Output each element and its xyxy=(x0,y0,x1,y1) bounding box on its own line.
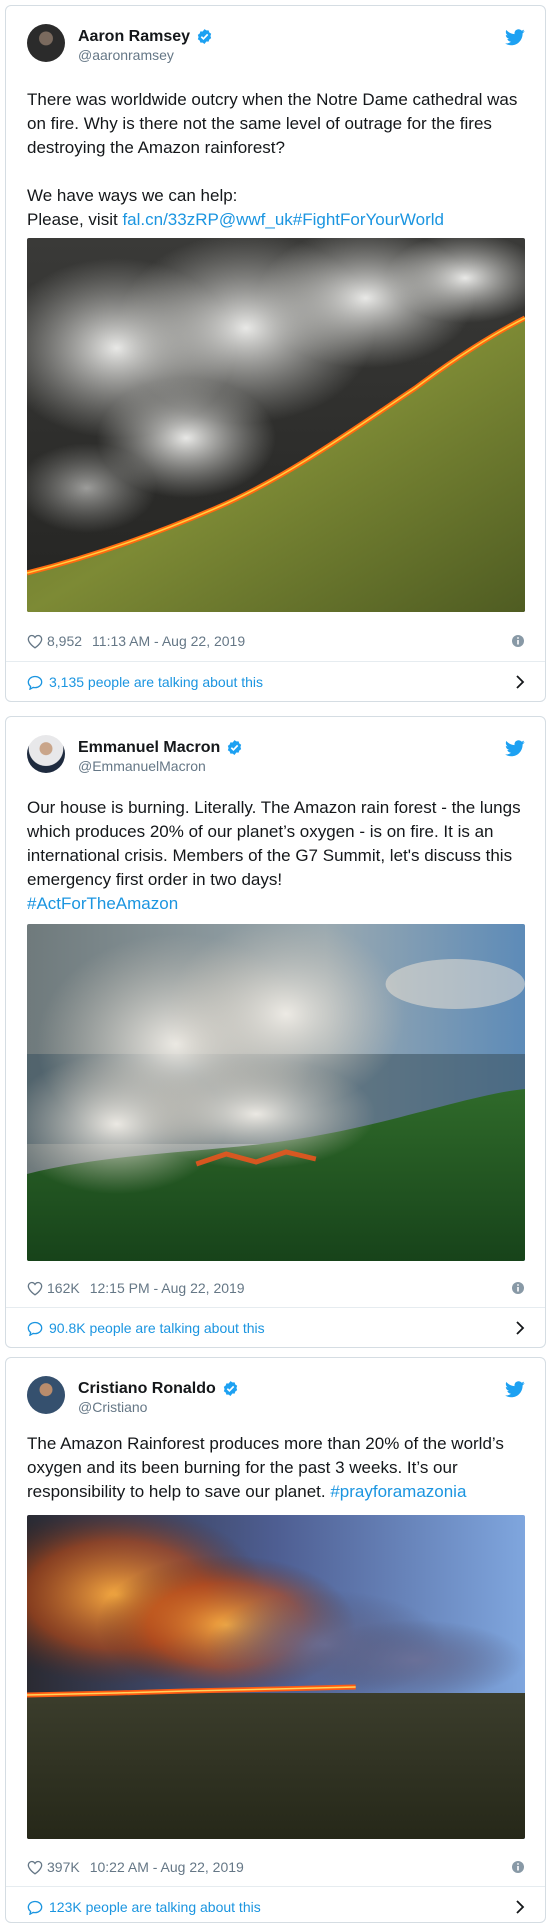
short-url-link[interactable]: fal.cn/33zRP xyxy=(122,210,218,229)
like-button[interactable]: 8,952 xyxy=(27,633,82,649)
tweet-photo-amazon-fire-aerial[interactable] xyxy=(27,238,525,612)
tweet-text: Our house is burning. Literally. The Ama… xyxy=(27,796,525,916)
author-link[interactable]: Cristiano Ronaldo xyxy=(78,1379,239,1398)
talking-count: 90.8K people are talking about this xyxy=(49,1320,265,1336)
heart-icon xyxy=(27,1281,43,1296)
tweet-header: Aaron Ramsey @aaronramsey xyxy=(27,24,525,68)
links-prefix: Please, visit xyxy=(27,210,123,229)
user-handle[interactable]: @aaronramsey xyxy=(78,46,213,64)
tweet-header: Emmanuel Macron @EmmanuelMacron xyxy=(27,735,525,779)
conversation-link[interactable]: 123K people are talking about this xyxy=(27,1897,525,1917)
conversation-link[interactable]: 3,135 people are talking about this xyxy=(27,672,525,692)
verified-badge-icon xyxy=(197,29,212,44)
timestamp[interactable]: 11:13 AM - Aug 22, 2019 xyxy=(92,633,245,649)
like-count: 162K xyxy=(47,1280,80,1296)
display-name: Cristiano Ronaldo xyxy=(78,1380,216,1397)
verified-badge-icon xyxy=(223,1381,237,1396)
tweet-paragraph: There was worldwide outcry when the Notr… xyxy=(27,90,518,157)
tweet-card-aaron-ramsey[interactable]: Aaron Ramsey @aaronramsey There was worl… xyxy=(5,5,546,702)
like-button[interactable]: 162K xyxy=(27,1280,80,1296)
verified-badge-icon xyxy=(228,740,242,755)
speech-bubble-icon xyxy=(27,1321,43,1336)
user-handle[interactable]: @Cristiano xyxy=(78,1398,239,1416)
chevron-right-icon xyxy=(516,1321,525,1335)
like-count: 397K xyxy=(47,1859,80,1875)
chevron-right-icon xyxy=(516,1900,525,1914)
hashtag-link[interactable]: #prayforamazonia xyxy=(330,1482,466,1501)
tweet-card-emmanuel-macron[interactable]: Emmanuel Macron @EmmanuelMacron Our hous… xyxy=(5,716,546,1348)
author-names: Emmanuel Macron @EmmanuelMacron xyxy=(78,738,243,775)
avatar[interactable] xyxy=(27,1376,65,1414)
like-button[interactable]: 397K xyxy=(27,1859,80,1875)
twitter-bird-icon[interactable] xyxy=(505,740,525,757)
divider xyxy=(6,1886,545,1887)
info-icon[interactable] xyxy=(511,634,525,648)
heart-icon xyxy=(27,1860,43,1875)
divider xyxy=(6,661,545,662)
tweet-paragraph-help: We have ways we can help: xyxy=(27,186,238,205)
hashtag-link[interactable]: #FightForYourWorld xyxy=(293,210,444,229)
tweet-links-line: Please, visit fal.cn/33zRP@wwf_uk#FightF… xyxy=(27,208,525,232)
tweet-meta: 8,952 11:13 AM - Aug 22, 2019 xyxy=(27,632,525,650)
avatar[interactable] xyxy=(27,24,65,62)
tweet-text: There was worldwide outcry when the Notr… xyxy=(27,88,525,232)
timestamp[interactable]: 12:15 PM - Aug 22, 2019 xyxy=(90,1280,245,1296)
display-name: Aaron Ramsey xyxy=(78,28,191,45)
divider xyxy=(6,1307,545,1308)
tweet-text: The Amazon Rainforest produces more than… xyxy=(27,1432,525,1504)
author-names: Cristiano Ronaldo @Cristiano xyxy=(78,1379,239,1416)
tweet-paragraph: Our house is burning. Literally. The Ama… xyxy=(27,798,521,889)
user-handle[interactable]: @EmmanuelMacron xyxy=(78,757,243,775)
tweet-card-cristiano-ronaldo[interactable]: Cristiano Ronaldo @Cristiano The Amazon … xyxy=(5,1357,546,1923)
tweet-photo-amazon-wildfire-line[interactable] xyxy=(27,1515,525,1839)
twitter-bird-icon[interactable] xyxy=(505,29,525,46)
twitter-bird-icon[interactable] xyxy=(505,1381,525,1398)
tweet-photo-amazon-fire-smoke[interactable] xyxy=(27,924,525,1261)
author-names: Aaron Ramsey @aaronramsey xyxy=(78,27,213,64)
talking-count: 123K people are talking about this xyxy=(49,1899,261,1915)
heart-icon xyxy=(27,634,43,649)
info-icon[interactable] xyxy=(511,1860,525,1874)
avatar[interactable] xyxy=(27,735,65,773)
timestamp[interactable]: 10:22 AM - Aug 22, 2019 xyxy=(90,1859,244,1875)
info-icon[interactable] xyxy=(511,1281,525,1295)
tweet-header: Cristiano Ronaldo @Cristiano xyxy=(27,1376,525,1420)
tweet-meta: 397K 10:22 AM - Aug 22, 2019 xyxy=(27,1858,525,1876)
mention-link[interactable]: @wwf_uk xyxy=(219,210,293,229)
chevron-right-icon xyxy=(516,675,525,689)
like-count: 8,952 xyxy=(47,633,83,649)
speech-bubble-icon xyxy=(27,1900,43,1915)
talking-count: 3,135 people are talking about this xyxy=(49,674,264,690)
tweet-meta: 162K 12:15 PM - Aug 22, 2019 xyxy=(27,1279,525,1297)
hashtag-link[interactable]: #ActForTheAmazon xyxy=(27,894,178,913)
author-link[interactable]: Aaron Ramsey xyxy=(78,27,213,46)
speech-bubble-icon xyxy=(27,675,43,690)
conversation-link[interactable]: 90.8K people are talking about this xyxy=(27,1318,525,1338)
display-name: Emmanuel Macron xyxy=(78,739,221,756)
author-link[interactable]: Emmanuel Macron xyxy=(78,738,243,757)
